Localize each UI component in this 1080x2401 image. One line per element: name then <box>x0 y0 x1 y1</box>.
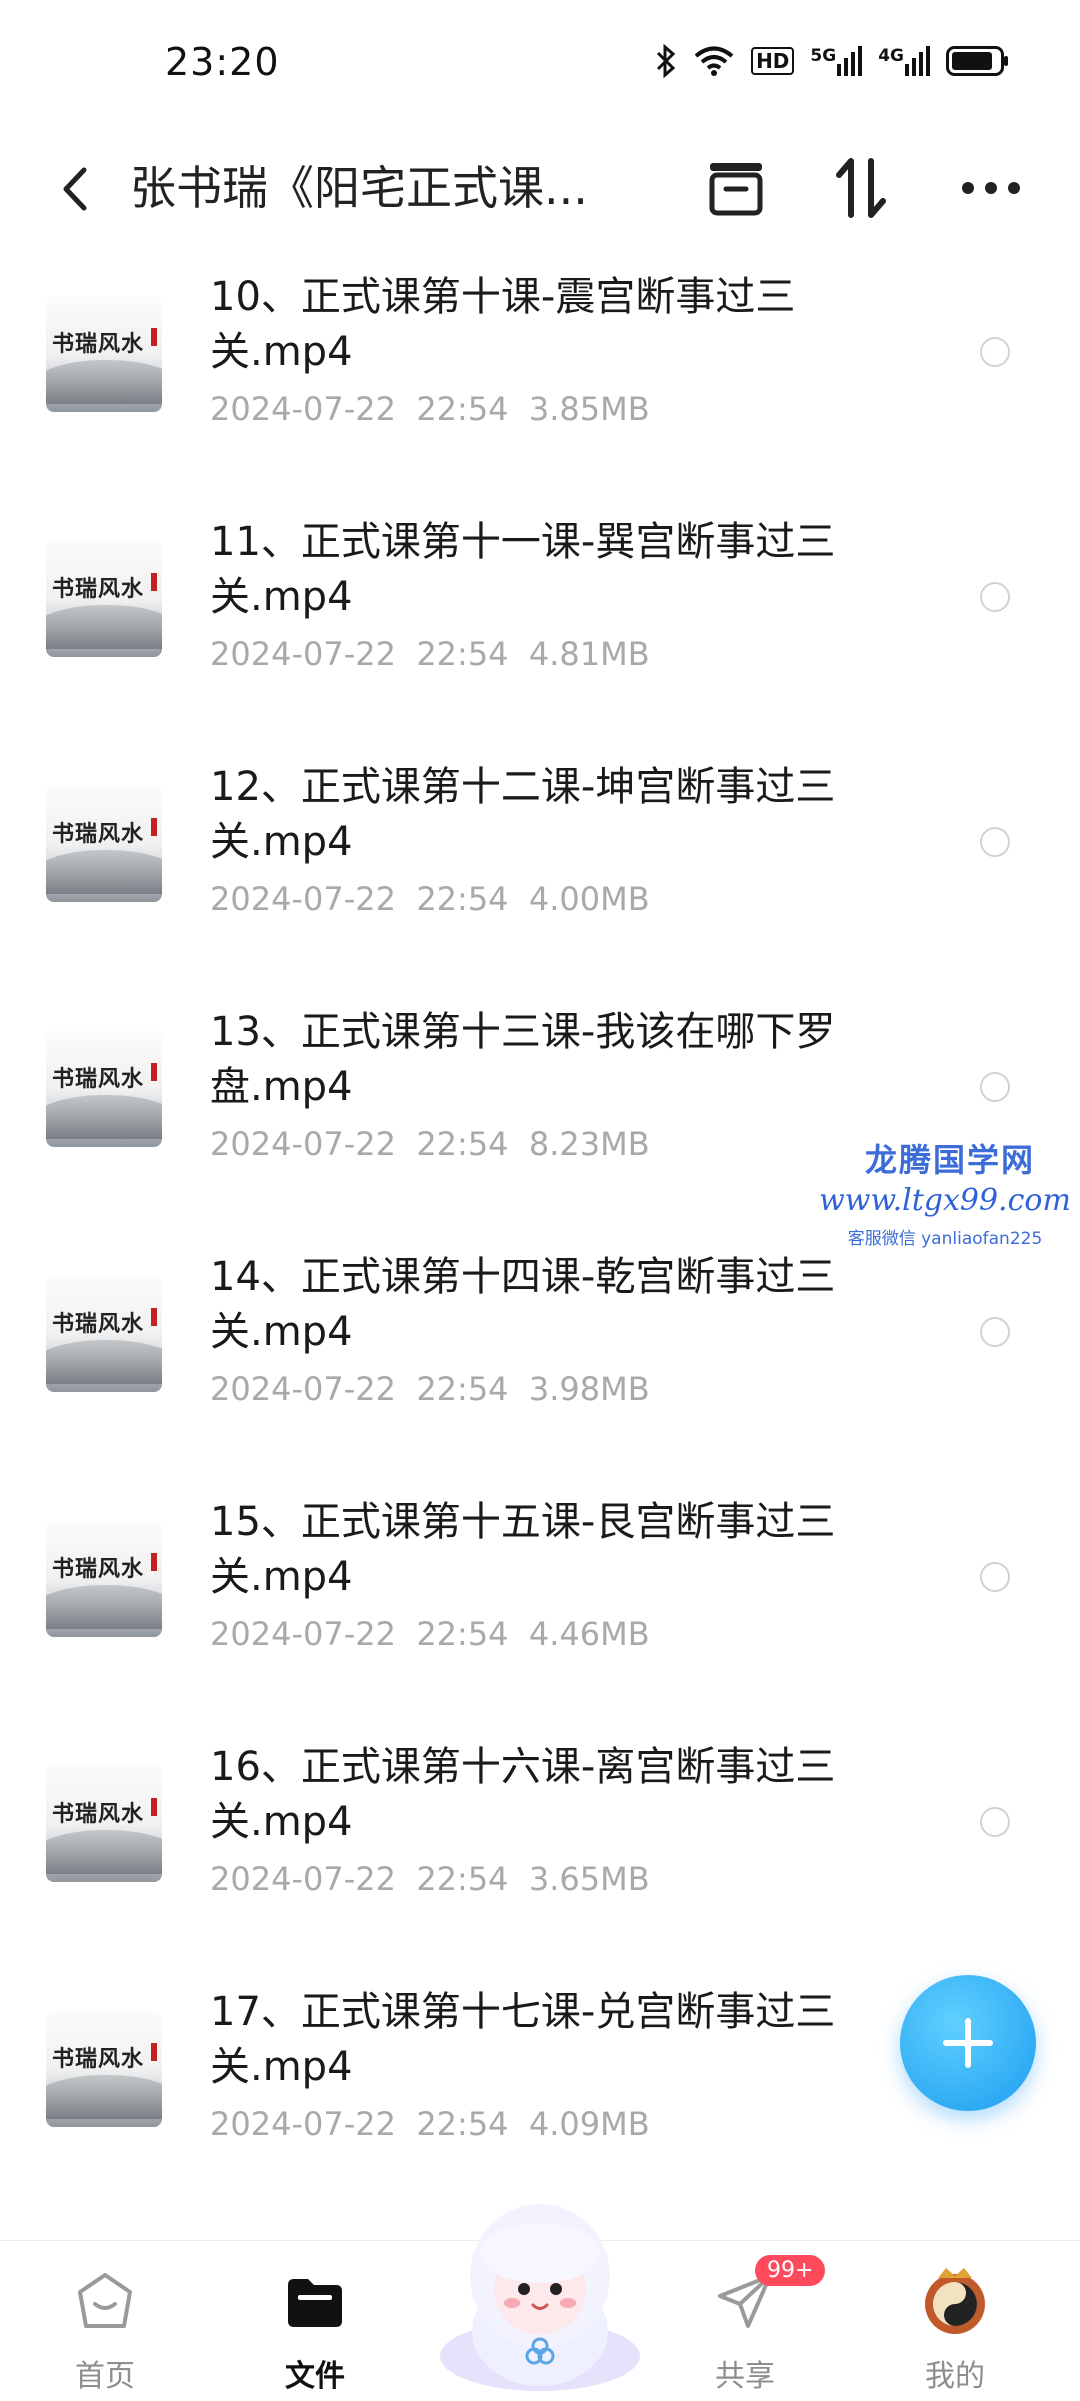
nav-files[interactable]: 文件 <box>255 2261 375 2395</box>
hd-icon: HD <box>751 47 795 75</box>
file-meta: 2024-07-22 22:54 4.81MB <box>210 635 650 673</box>
file-date: 2024-07-22 22:54 <box>210 1615 509 1653</box>
file-size: 3.85MB <box>528 390 650 428</box>
file-meta: 2024-07-22 22:54 4.00MB <box>210 880 650 918</box>
select-radio[interactable] <box>980 1072 1010 1102</box>
file-date: 2024-07-22 22:54 <box>210 1125 509 1163</box>
select-radio[interactable] <box>980 1807 1010 1837</box>
file-name: 12、正式课第十二课-坤宫断事过三关.mp4 <box>210 764 836 865</box>
file-item[interactable]: 书瑞风水 16、正式课第十六课-离宫断事过三关.mp4 2024-07-22 2… <box>0 1720 1080 1965</box>
file-name: 15、正式课第十五课-艮宫断事过三关.mp4 <box>210 1499 836 1600</box>
video-thumbnail: 书瑞风水 <box>46 1276 162 1392</box>
file-name: 17、正式课第十七课-兑宫断事过三关.mp4 <box>210 1989 836 2090</box>
file-size: 3.98MB <box>528 1370 650 1408</box>
file-item[interactable]: 书瑞风水 12、正式课第十二课-坤宫断事过三关.mp4 2024-07-22 2… <box>0 740 1080 985</box>
file-item[interactable]: 书瑞风水 14、正式课第十四课-乾宫断事过三关.mp4 2024-07-22 2… <box>0 1230 1080 1475</box>
file-size: 8.23MB <box>528 1125 650 1163</box>
file-list: 书瑞风水 10、正式课第十课-震宫断事过三关.mp4 2024-07-22 22… <box>0 250 1080 2240</box>
file-item[interactable]: 书瑞风水 15、正式课第十五课-艮宫断事过三关.mp4 2024-07-22 2… <box>0 1475 1080 1720</box>
wifi-icon <box>693 45 735 77</box>
file-item[interactable]: 书瑞风水 11、正式课第十一课-巽宫断事过三关.mp4 2024-07-22 2… <box>0 495 1080 740</box>
back-arrow-icon <box>63 167 87 211</box>
header: 张书瑞《阳宅正式课... <box>0 130 1080 250</box>
select-radio[interactable] <box>980 827 1010 857</box>
file-name: 11、正式课第十一课-巽宫断事过三关.mp4 <box>210 519 836 620</box>
status-bar: 23:20 HD 5G 4G <box>0 0 1080 130</box>
select-radio[interactable] <box>980 1562 1010 1592</box>
select-radio[interactable] <box>980 337 1010 367</box>
file-meta: 2024-07-22 22:54 4.09MB <box>210 2105 650 2143</box>
file-meta: 2024-07-22 22:54 3.85MB <box>210 390 650 428</box>
file-date: 2024-07-22 22:54 <box>210 880 509 918</box>
file-date: 2024-07-22 22:54 <box>210 635 509 673</box>
video-thumbnail: 书瑞风水 <box>46 1031 162 1147</box>
select-radio[interactable] <box>980 1317 1010 1347</box>
add-button[interactable] <box>900 1975 1036 2111</box>
back-button[interactable] <box>40 154 110 224</box>
file-size: 4.09MB <box>528 2105 650 2143</box>
file-date: 2024-07-22 22:54 <box>210 390 509 428</box>
sort-icon <box>836 158 886 218</box>
video-thumbnail: 书瑞风水 <box>46 2011 162 2127</box>
video-thumbnail: 书瑞风水 <box>46 541 162 657</box>
nav-mine[interactable]: 我的 <box>895 2261 1015 2395</box>
file-size: 4.00MB <box>528 880 650 918</box>
file-item[interactable]: 书瑞风水 13、正式课第十三课-我该在哪下罗盘.mp4 2024-07-22 2… <box>0 985 1080 1230</box>
file-name: 13、正式课第十三课-我该在哪下罗盘.mp4 <box>210 1009 836 1110</box>
file-meta: 2024-07-22 22:54 3.65MB <box>210 1860 650 1898</box>
nav-home-label: 首页 <box>75 2359 135 2394</box>
file-date: 2024-07-22 22:54 <box>210 2105 509 2143</box>
status-icons: HD 5G 4G <box>655 44 1010 78</box>
home-icon <box>78 2273 132 2328</box>
page-title: 张书瑞《阳宅正式课... <box>130 161 588 215</box>
mascot-icon <box>440 2204 640 2391</box>
folder-icon <box>288 2279 342 2327</box>
file-meta: 2024-07-22 22:54 3.98MB <box>210 1370 650 1408</box>
signal-5g-icon: 5G <box>810 46 863 76</box>
file-meta: 2024-07-22 22:54 4.46MB <box>210 1615 650 1653</box>
file-name: 14、正式课第十四课-乾宫断事过三关.mp4 <box>210 1254 836 1355</box>
nav-home[interactable]: 首页 <box>45 2261 165 2395</box>
video-thumbnail: 书瑞风水 <box>46 296 162 412</box>
file-name: 10、正式课第十课-震宫断事过三关.mp4 <box>210 274 796 375</box>
archive-button[interactable] <box>700 152 772 224</box>
plus-icon <box>943 2018 993 2068</box>
archive-icon <box>709 163 763 216</box>
file-size: 4.81MB <box>528 635 650 673</box>
battery-icon <box>946 46 1010 76</box>
nav-share-label: 共享 <box>715 2359 775 2394</box>
nav-share[interactable]: 99+ 共享 <box>685 2255 826 2395</box>
file-size: 3.65MB <box>528 1860 650 1898</box>
file-date: 2024-07-22 22:54 <box>210 1860 509 1898</box>
video-thumbnail: 书瑞风水 <box>46 1521 162 1637</box>
select-radio[interactable] <box>980 582 1010 612</box>
video-thumbnail: 书瑞风水 <box>46 786 162 902</box>
bottom-nav: 首页 文件 99+ 共享 我的 <box>0 2204 1080 2401</box>
more-button[interactable] <box>955 152 1027 224</box>
avatar <box>925 2268 985 2334</box>
nav-mine-label: 我的 <box>925 2359 985 2394</box>
status-time: 23:20 <box>165 40 280 84</box>
signal-4g-icon: 4G <box>878 46 930 76</box>
mascot-button[interactable] <box>430 2181 650 2391</box>
file-item[interactable]: 书瑞风水 10、正式课第十课-震宫断事过三关.mp4 2024-07-22 22… <box>0 250 1080 495</box>
file-size: 4.46MB <box>528 1615 650 1653</box>
file-date: 2024-07-22 22:54 <box>210 1370 509 1408</box>
sort-button[interactable] <box>825 152 897 224</box>
more-icon <box>962 182 1020 194</box>
share-badge: 99+ <box>755 2255 826 2286</box>
nav-files-label: 文件 <box>285 2359 345 2394</box>
video-thumbnail: 书瑞风水 <box>46 1766 162 1882</box>
file-name: 16、正式课第十六课-离宫断事过三关.mp4 <box>210 1744 836 1845</box>
bluetooth-icon <box>655 44 677 78</box>
file-meta: 2024-07-22 22:54 8.23MB <box>210 1125 650 1163</box>
